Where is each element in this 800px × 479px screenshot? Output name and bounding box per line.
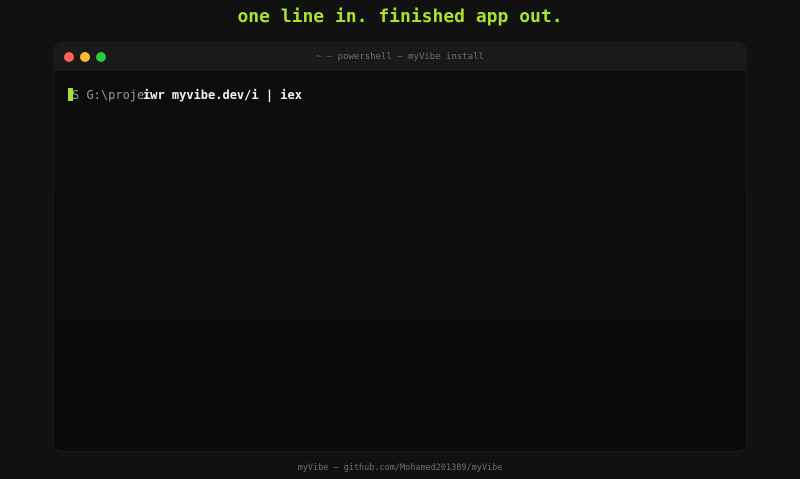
window-title: ~ — powershell — myVibe install (316, 52, 484, 62)
window-titlebar[interactable]: ~ — powershell — myVibe install (54, 43, 746, 71)
headline: one line in. finished app out. (237, 6, 563, 27)
terminal-window[interactable]: ~ — powershell — myVibe install S G:\pro… (54, 43, 746, 451)
footer-credit: myVibe — github.com/Mohamed201389/myVibe (297, 463, 503, 473)
terminal-output[interactable]: S G:\projec iwr myvibe.dev/i | iex (54, 71, 746, 451)
terminal-prompt: S G:\projec (72, 88, 152, 102)
terminal-command: iwr myvibe.dev/i | iex (143, 88, 302, 102)
terminal-line: S G:\projec iwr myvibe.dev/i | iex (68, 87, 302, 103)
